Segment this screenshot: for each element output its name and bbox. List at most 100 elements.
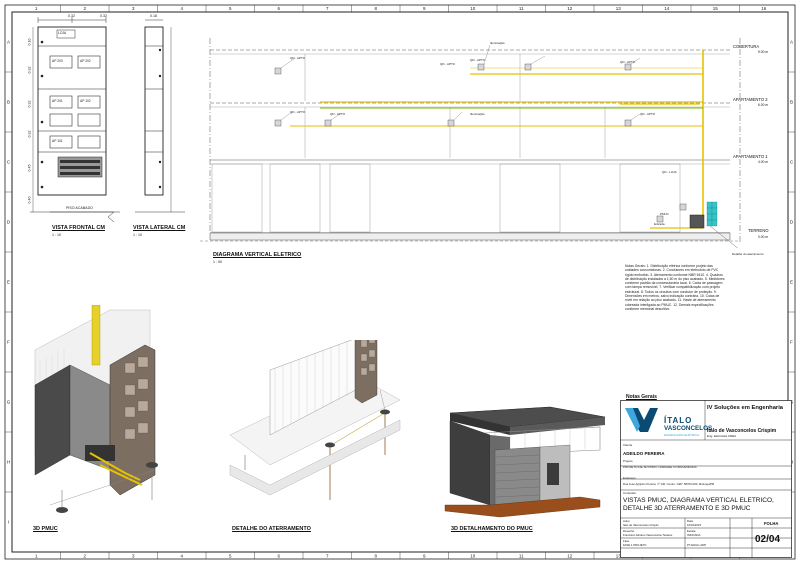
detal3d-title: 3D DETALHAMENTO DO PMUC — [451, 526, 533, 532]
col-number-top: 4 — [180, 6, 183, 11]
col-number-bottom: 11 — [519, 553, 524, 558]
col-number-bottom: 10 — [470, 553, 476, 558]
logo-line1: ÍTALO — [664, 416, 693, 425]
address-value: Rua José Agripino Pereira, nº 146, Centr… — [623, 482, 715, 486]
row-letter-left: B — [7, 100, 10, 105]
tag-entrada: Entrada — [654, 222, 665, 226]
row-letter-left: H — [7, 460, 10, 465]
drawing-sheet: 1122334455667788991010111112121313141415… — [0, 0, 800, 564]
piso-acabado-label: PISO ACABADO — [66, 206, 93, 210]
col-number-top: 5 — [229, 6, 232, 11]
date-value: 16/04/2023 — [687, 523, 701, 527]
col-number-bottom: 2 — [83, 553, 86, 558]
dim-left-6: 0.40 — [27, 196, 32, 204]
compartment-label-ap101: AP 101 — [52, 139, 63, 143]
aterramento-detail-view — [229, 340, 401, 500]
compartment-label-loja: LOJA — [58, 31, 67, 35]
row-letter-left: E — [7, 280, 10, 285]
author-value: Italo de Vasconcelos Crispim — [623, 523, 659, 527]
compartment-label-ap202: AP 202 — [80, 59, 91, 63]
col-number-bottom: 1 — [35, 553, 38, 558]
frontal-dim-2: 0.32 — [100, 14, 107, 18]
level-ap1-elev: 4.00 m — [758, 160, 769, 164]
tag-iluminacao-1: Iluminação — [490, 41, 505, 45]
level-cobertura-name: COBERTURA — [733, 44, 760, 49]
tag-qd-apto-5: QD - APTO — [330, 112, 346, 116]
row-letter-left: D — [7, 220, 11, 225]
compartment-label-ap102: AP 102 — [80, 99, 91, 103]
level-terreno-name: TERRENO — [748, 228, 769, 233]
dim-left-3: 0.32 — [27, 100, 32, 108]
vertical-electrical-diagram — [200, 38, 741, 248]
col-number-top: 3 — [132, 6, 135, 11]
logo-subtitle: ENGENHARIA ELÉTRICA — [664, 433, 700, 437]
row-letter-left: C — [7, 160, 11, 165]
col-number-bottom: 4 — [180, 553, 183, 558]
level-ap1-name: APARTAMENTO 1 — [733, 154, 768, 159]
level-ap2-elev: 6.00 m — [758, 103, 769, 107]
pmuc-detail-3d-view — [444, 406, 606, 518]
level-cobertura-elev: 9.00 m — [758, 50, 769, 54]
tag-qd-apto-4: QD - APTO — [470, 58, 486, 62]
row-letter-right: B — [790, 100, 793, 105]
col-number-top: 15 — [713, 6, 719, 11]
logo-line2: VASCONCELOS — [664, 425, 713, 432]
col-number-bottom: 5 — [229, 553, 232, 558]
row-letter-right: C — [790, 160, 794, 165]
col-number-bottom: 12 — [567, 553, 573, 558]
tag-qd-apto-2: QD - APTO — [440, 62, 456, 66]
col-number-top: 10 — [470, 6, 476, 11]
tag-pmuc: PMUC — [660, 212, 669, 216]
row-letter-left: I — [8, 520, 9, 525]
client-label: Cliente — [623, 443, 633, 447]
scale-value: INDICADA — [687, 533, 701, 537]
col-number-top: 13 — [616, 6, 622, 11]
sheet-content-label: Conteúdo — [623, 491, 637, 495]
tag-qd-loja: QD - LOJA — [662, 170, 677, 174]
col-number-top: 14 — [664, 6, 670, 11]
level-terreno-elev: 0.00 m — [758, 235, 769, 239]
vista-lateral-title: VISTA LATERAL CM — [133, 225, 186, 231]
frontal-dim-1: 0.32 — [68, 14, 75, 18]
row-letter-right: E — [790, 280, 793, 285]
col-number-top: 9 — [423, 6, 426, 11]
dim-left-4: 0.32 — [27, 130, 32, 138]
col-number-bottom: 8 — [374, 553, 377, 558]
cabinet-side-view — [135, 19, 185, 213]
compartment-label-ap201: AP 201 — [52, 99, 63, 103]
project-name: PROJETO DE 3D PMUC UNIDADE CONSUMIDORA — [623, 465, 697, 469]
col-number-top: 2 — [83, 6, 86, 11]
dim-left-1: 0.10 — [27, 38, 32, 46]
col-number-top: 12 — [567, 6, 573, 11]
col-number-top: 11 — [519, 6, 524, 11]
project-label: Projeto — [623, 459, 633, 463]
compartment-label-ap203: AP 203 — [52, 59, 63, 63]
sheet-content-title: VISTAS PMUC, DIAGRAMA VERTICAL ELETRICO,… — [623, 497, 774, 512]
dim-left-5: 0.45 — [27, 164, 32, 172]
aterramento-title: DETALHE DO ATERRAMENTO — [232, 526, 311, 532]
vista-frontal-title: VISTA FRONTAL CM — [52, 225, 105, 231]
diagram-title: DIAGRAMA VERTICAL ELETRICO — [213, 252, 302, 258]
row-letter-left: G — [7, 400, 11, 405]
phase-value: FASE 1 PROJETO — [623, 543, 647, 547]
tag-qd-apto-1: QD - APTO — [290, 56, 306, 60]
vista-frontal-scale: 1 : 10 — [52, 233, 61, 237]
tag-qd-apto-6: QD - APTO — [640, 112, 656, 116]
col-number-top: 8 — [374, 6, 377, 11]
col-number-bottom: 7 — [326, 553, 329, 558]
address-label: Endereço — [623, 476, 636, 480]
row-letter-right: F — [790, 340, 793, 345]
row-letter-left: A — [7, 40, 10, 45]
row-letter-right: D — [790, 220, 794, 225]
col-number-top: 16 — [761, 6, 767, 11]
folha-label: FOLHA — [764, 521, 779, 526]
company-name: IV Soluções em Engenharia — [707, 405, 784, 411]
tag-iluminacao-2: Iluminação — [470, 112, 485, 116]
pmuc-3d-title: 3D PMUC — [33, 526, 58, 532]
col-number-bottom: 6 — [277, 553, 280, 558]
folha-number: 02/04 — [755, 534, 781, 545]
tag-qd-apto-3: QD - APTO — [620, 60, 636, 64]
tag-qd-apto-7: QD - APTO — [290, 110, 306, 114]
vista-lateral-scale: 1 : 10 — [133, 233, 142, 237]
col-number-bottom: 9 — [423, 553, 426, 558]
